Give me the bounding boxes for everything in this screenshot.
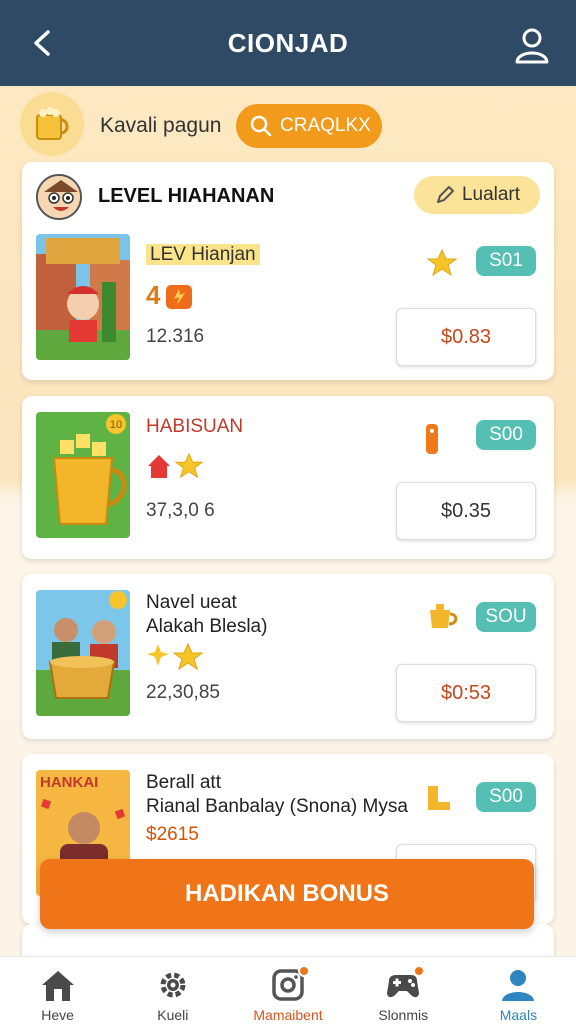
section-title: LEVEL HIAHANAN: [98, 185, 275, 207]
bonus-button[interactable]: HADIKAN BONUS: [40, 859, 534, 929]
user-profile-icon[interactable]: [514, 26, 550, 64]
profile-icon: [502, 970, 535, 1001]
thumb-label: HANKAI: [40, 774, 99, 791]
item-subtitle: Alakah Blesla): [146, 616, 268, 637]
price-button[interactable]: $0.83: [396, 308, 536, 366]
star-icon: [174, 452, 204, 479]
item-name: LEV Hianjan: [146, 244, 260, 266]
top-bar: CIONJAD: [0, 0, 576, 86]
item-name: Berall att: [146, 772, 221, 793]
item-count: 37,3,0 6: [146, 500, 215, 521]
bottom-nav: Heve Kueli Mamaibent Slonmis Maals: [0, 956, 576, 1024]
item-badges: [146, 642, 204, 672]
item-card-2[interactable]: 10 HABISUAN 37,3,0 6 S00 $0.35: [22, 396, 554, 559]
search-strip: Kavali pagun CRAQLKX: [20, 92, 560, 158]
nav-item-slonmis[interactable]: Slonmis: [346, 957, 461, 1024]
item-tag: S00: [476, 420, 536, 450]
sparkle-icon: [147, 644, 169, 666]
boot-icon: [428, 786, 450, 810]
teapot-icon: [430, 604, 458, 628]
price-button[interactable]: $0:53: [396, 664, 536, 722]
nav-label: Mamaibent: [253, 1007, 323, 1023]
search-button-label: CRAQLKX: [280, 115, 371, 136]
nav-item-mamaibent[interactable]: Mamaibent: [230, 957, 345, 1024]
item-thumbnail: [36, 590, 130, 716]
nav-item-maals[interactable]: Maals: [461, 957, 576, 1024]
item-card-3[interactable]: Navel ueat Alakah Blesla) 22,30,85 SOU $…: [22, 574, 554, 739]
svg-text:10: 10: [110, 419, 122, 431]
item-tag: S00: [476, 782, 536, 812]
level-badge: 4: [146, 280, 194, 311]
star-icon: [172, 642, 204, 671]
item-card-1[interactable]: LEVEL HIAHANAN Lualart LEV Hianjan 4 12.…: [22, 162, 554, 380]
item-badges: [146, 452, 204, 480]
level-flame-icon: [166, 284, 193, 309]
mascot-avatar: [36, 174, 82, 220]
page-title: CIONJAD: [227, 27, 349, 58]
gear-icon: [160, 972, 186, 998]
nav-label: Slonmis: [378, 1007, 429, 1023]
item-thumbnail: [36, 234, 130, 360]
home-icon: [41, 971, 74, 1001]
mug-badge-icon: [20, 92, 84, 156]
tag-icon: [426, 424, 438, 454]
strip-label: Kavali pagun: [100, 114, 222, 137]
item-tag: SOU: [476, 602, 536, 632]
item-count: 22,30,85: [146, 682, 220, 703]
item-name: HABISUAN: [146, 416, 244, 437]
search-icon: [250, 115, 272, 137]
item-count: 12.316: [146, 326, 205, 347]
item-tag: S01: [476, 246, 536, 276]
notification-dot: [413, 965, 426, 977]
nav-label: Kueli: [157, 1007, 189, 1023]
item-thumbnail: 10: [36, 412, 130, 538]
item-subtitle: Rianal Banbalay (Snona) Mysa: [146, 796, 408, 817]
pencil-icon: [436, 186, 454, 203]
nav-label: Maals: [499, 1007, 538, 1023]
pill-label: Lualart: [461, 184, 521, 205]
price-button[interactable]: $0.35: [396, 482, 536, 540]
item-name: Navel ueat: [146, 592, 237, 613]
nav-item-kueli[interactable]: Kueli: [115, 957, 230, 1024]
notification-dot: [298, 965, 310, 977]
section-header: LEVEL HIAHANAN Lualart: [36, 172, 540, 222]
back-arrow-icon[interactable]: [26, 26, 60, 60]
lualart-pill[interactable]: Lualart: [414, 176, 540, 214]
star-icon: [426, 248, 458, 277]
nav-label: Heve: [41, 1007, 74, 1023]
item-count: $2615: [146, 824, 199, 845]
search-button[interactable]: CRAQLKX: [236, 104, 382, 148]
house-icon: [148, 455, 170, 478]
nav-item-home[interactable]: Heve: [0, 957, 115, 1024]
